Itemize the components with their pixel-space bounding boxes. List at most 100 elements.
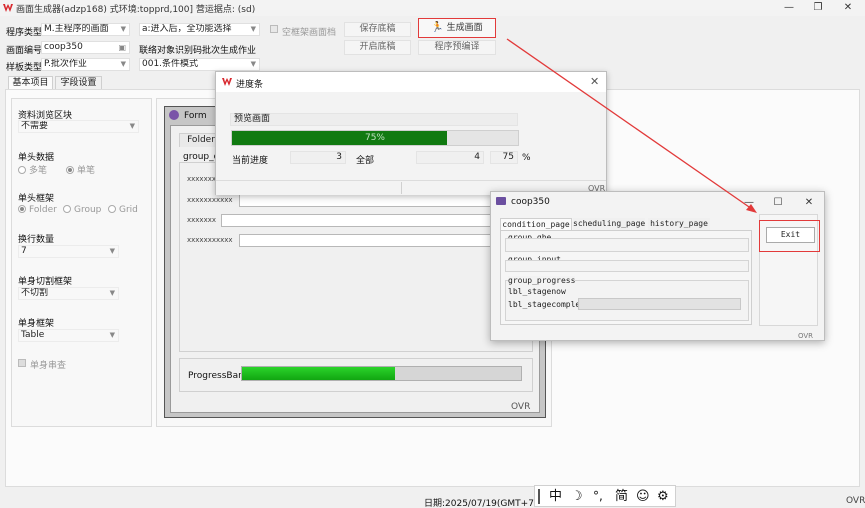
coop-minimize-button[interactable]: —	[734, 195, 764, 211]
screen-no-input[interactable]: coop350 ▣	[41, 41, 130, 54]
radio-group[interactable]: Group	[63, 205, 101, 215]
body-split-value: 不切割	[21, 288, 49, 298]
radio-group-icon	[63, 205, 71, 213]
radio-grid-label: Grid	[119, 205, 138, 215]
form-progress-label: ProgressBar	[188, 371, 242, 381]
form-field-3[interactable]	[221, 214, 521, 227]
current-progress-label: 当前进度	[232, 156, 269, 166]
chevron-down-icon: ▼	[109, 289, 115, 297]
settings-panel	[11, 98, 152, 427]
body-frame-label: 单身框架	[18, 319, 55, 329]
mode-value: a:进入后，全功能选择	[142, 24, 232, 34]
form-group-label: group_q	[183, 152, 220, 162]
chevron-down-icon: ▼	[129, 122, 135, 130]
window-title: 画面生成器(adzp168) 式环境:topprd,100] 营运据点: (sd…	[16, 5, 256, 15]
program-type-label: 程序类型	[6, 28, 43, 38]
runner-icon: 🏃	[431, 22, 444, 33]
exit-button[interactable]: Exit	[766, 227, 815, 243]
empty-frame-checkbox[interactable]	[270, 25, 278, 33]
form-field-label-1: xxxxxxx	[187, 175, 216, 183]
stage-progressbar: 75%	[231, 130, 519, 146]
status-ovr: OVR	[846, 496, 865, 506]
precompile-button[interactable]: 程序预编译	[418, 40, 496, 55]
radio-grid[interactable]: Grid	[108, 205, 138, 215]
body-serial-checkbox[interactable]	[18, 359, 26, 367]
emoji-icon[interactable]: ☺	[636, 488, 650, 505]
radio-single-label: 单笔	[77, 166, 96, 176]
radio-single[interactable]: 单笔	[66, 163, 95, 176]
ime-chinese-mode[interactable]: 中	[549, 488, 562, 505]
percent-value: 75	[490, 151, 518, 164]
radio-grid-icon	[108, 205, 116, 213]
punctuation-icon[interactable]: °,	[593, 488, 603, 505]
template-type-select[interactable]: P.批次作业 ▼	[41, 58, 130, 71]
stage-complete-bar	[578, 298, 741, 310]
template-type-label: 样板类型	[6, 63, 43, 73]
radio-group-label: Group	[74, 205, 102, 215]
wrap-count-value: 7	[21, 246, 27, 256]
status-divider	[401, 182, 402, 194]
coop-close-button[interactable]: ✕	[794, 195, 824, 211]
chevron-down-icon: ▼	[120, 60, 126, 68]
browse-block-select[interactable]: 不需要 ▼	[18, 120, 139, 133]
body-frame-select[interactable]: Table ▼	[18, 329, 119, 342]
screen-no-value: coop350	[44, 42, 83, 52]
form-progressbar-fill	[242, 367, 396, 380]
radio-multi[interactable]: 多笔	[18, 163, 47, 176]
coop-maximize-button[interactable]: ☐	[763, 195, 793, 211]
empty-frame-label: 空框架画面档	[282, 28, 337, 38]
progress-dialog: 进度条 ✕ 预览画面 75% 当前进度 3 全部 4 75 % OVR	[215, 71, 607, 195]
coop-window: coop350 — ☐ ✕ condition_page scheduling_…	[490, 191, 825, 341]
condition-mode-select[interactable]: 001.条件模式 ▼	[139, 58, 260, 71]
mode-select[interactable]: a:进入后，全功能选择 ▼	[139, 23, 260, 36]
form-field-label-3: xxxxxxx	[187, 216, 216, 224]
total-value: 4	[416, 151, 484, 164]
moon-icon[interactable]: ☽	[571, 488, 583, 505]
chevron-down-icon: ▼	[120, 25, 126, 33]
generate-screen-label: 生成画面	[446, 23, 483, 33]
radio-folder[interactable]: Folder	[18, 205, 57, 215]
form-status-ovr: OVR	[511, 402, 531, 412]
app-titlebar: 画面生成器(adzp168) 式环境:topprd,100] 营运据点: (sd…	[0, 0, 865, 16]
ime-toolbar: 中 ☽ °, 简 ☺ ⚙	[534, 485, 676, 507]
coop-title: coop350	[511, 197, 550, 207]
form-field-2[interactable]	[239, 194, 521, 207]
ime-simplified-mode[interactable]: 简	[615, 488, 628, 505]
program-type-value: M.主程序的画面	[44, 24, 109, 34]
percent-unit: %	[522, 153, 531, 163]
app-logo-icon	[222, 78, 232, 86]
lookup-icon[interactable]: ▣	[118, 42, 126, 53]
save-draft-button[interactable]: 保存底稿	[344, 22, 411, 37]
gear-icon[interactable]: ⚙	[657, 488, 669, 505]
body-split-label: 单身切割框架	[18, 277, 73, 287]
ime-grip-icon[interactable]	[538, 489, 540, 504]
chevron-down-icon: ▼	[250, 60, 256, 68]
form-title: Form	[184, 111, 207, 121]
program-type-select[interactable]: M.主程序的画面 ▼	[41, 23, 130, 36]
header-frame-label: 单头框架	[18, 194, 55, 204]
condition-mode-value: 001.条件模式	[142, 59, 199, 69]
progress-dialog-title: 进度条	[236, 80, 264, 90]
tab-fields[interactable]: 字段设置	[55, 76, 102, 89]
current-progress-value: 3	[290, 151, 346, 164]
wrap-count-label: 换行数量	[18, 235, 55, 245]
single-data-label: 单头数据	[18, 153, 55, 163]
tab-basic[interactable]: 基本项目	[8, 76, 53, 89]
chevron-down-icon: ▼	[109, 331, 115, 339]
open-draft-button[interactable]: 开启底稿	[344, 40, 411, 55]
close-button[interactable]: ✕	[833, 0, 863, 16]
body-split-select[interactable]: 不切割 ▼	[18, 287, 119, 300]
maximize-button[interactable]: ❐	[803, 0, 833, 16]
stage-name: 预览画面	[230, 113, 518, 126]
stage-now-label: lbl_stagenow	[508, 287, 566, 296]
radio-multi-icon	[18, 166, 26, 174]
screen-no-label: 画面编号	[6, 46, 43, 56]
wrap-count-select[interactable]: 7 ▼	[18, 245, 119, 258]
form-app-icon	[169, 110, 179, 120]
minimize-button[interactable]: —	[774, 0, 804, 16]
close-icon[interactable]: ✕	[590, 75, 599, 88]
form-field-label-2: xxxxxxxxxxx	[187, 196, 233, 204]
form-field-4[interactable]	[239, 234, 521, 247]
generate-screen-button[interactable]: 🏃 生成画面	[418, 18, 496, 38]
total-label: 全部	[356, 156, 375, 166]
